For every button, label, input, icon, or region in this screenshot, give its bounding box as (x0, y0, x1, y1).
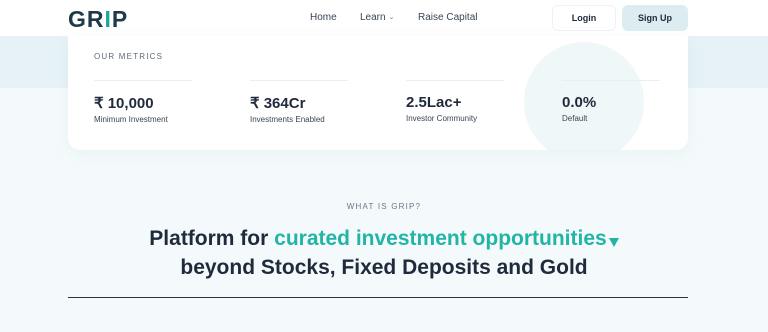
section-divider (68, 297, 688, 298)
metric-label: Investments Enabled (250, 115, 325, 124)
metric-label: Default (562, 114, 588, 123)
metric-value: 0.0% (562, 94, 597, 111)
metric-minimum-investment: ₹ 10,000 Minimum Investment (94, 94, 168, 124)
metric-divider (406, 80, 504, 81)
logo-text: GR (68, 6, 105, 32)
section-headline: Platform for curated investment opportun… (0, 224, 768, 282)
nav-learn-dropdown[interactable]: Learn ⌄ (360, 12, 394, 23)
metric-value: ₹ 10,000 (94, 95, 154, 112)
headline-highlight: curated investment opportunities (274, 227, 607, 250)
metric-label: Investor Community (406, 114, 478, 123)
metric-value: 2.5Lac+ (406, 94, 462, 111)
metric-divider (250, 80, 348, 81)
metric-value: ₹ 364Cr (250, 95, 306, 112)
metric-investments-enabled: ₹ 364Cr Investments Enabled (250, 94, 325, 124)
metrics-title: OUR METRICS (94, 52, 164, 61)
nav-raise-capital-link[interactable]: Raise Capital (418, 12, 477, 23)
headline-line2: beyond Stocks, Fixed Deposits and Gold (180, 256, 588, 279)
login-button[interactable]: Login (552, 5, 616, 31)
nav-home-link[interactable]: Home (310, 12, 337, 23)
metric-divider (562, 80, 660, 81)
metric-investor-community: 2.5Lac+ Investor Community (406, 94, 477, 123)
metric-label: Minimum Investment (94, 115, 168, 124)
metrics-card: OUR METRICS ₹ 10,000 Minimum Investment … (68, 36, 688, 150)
headline-lead: Platform for (149, 227, 275, 250)
nav-learn-label: Learn (360, 12, 386, 23)
logo-text-end: P (111, 6, 129, 32)
triangle-down-icon (608, 238, 619, 247)
metric-divider (94, 80, 192, 81)
signup-button[interactable]: Sign Up (622, 5, 688, 31)
metric-default-rate: 0.0% Default (562, 94, 596, 123)
top-navbar: GRIP Home Learn ⌄ Raise Capital Login Sig… (0, 0, 768, 36)
logo-accent-letter: I (104, 6, 112, 32)
section-eyebrow: WHAT IS GRIP? (346, 202, 422, 211)
grip-logo[interactable]: GRIP (68, 6, 128, 33)
chevron-down-icon: ⌄ (388, 14, 395, 21)
